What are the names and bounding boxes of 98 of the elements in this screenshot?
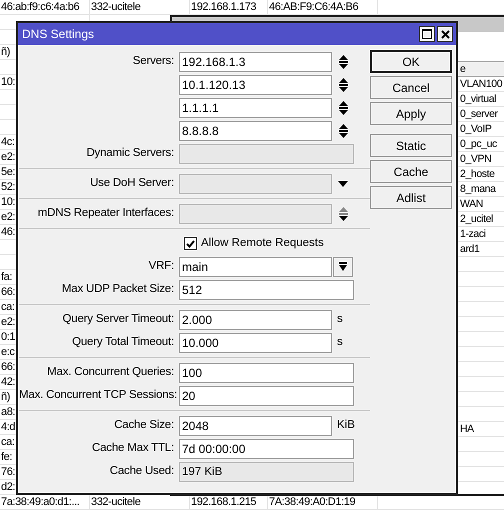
readonly-field: 197 KiB: [179, 462, 354, 482]
table-cell: 7a:38:49:a0:d1:...: [1, 496, 80, 508]
checkbox[interactable]: [184, 237, 197, 250]
table-cell: 192.168.1.173: [191, 1, 256, 13]
table-cell: 46:: [1, 226, 16, 238]
dialog-button[interactable]: OK: [370, 50, 452, 73]
vrf-field[interactable]: main: [179, 256, 332, 276]
field-label: Cache Used:: [110, 464, 174, 477]
input-field[interactable]: 2.000: [179, 310, 332, 330]
dialog-button[interactable]: Adlist: [370, 186, 452, 209]
column-header: e: [460, 63, 466, 75]
table-cell: 0_server: [460, 108, 498, 120]
table-cell: a8:: [1, 406, 16, 418]
table-cell: 0_pc_uc: [460, 138, 497, 150]
field-label: Max. Concurrent TCP Sessions:: [19, 388, 178, 401]
up-down-arrows-icon[interactable]: [338, 100, 348, 114]
table-cell: 0_VoIP: [460, 123, 492, 135]
input-field[interactable]: 512: [179, 280, 354, 300]
table-cell: 66:: [1, 286, 16, 298]
field-label: Query Total Timeout:: [72, 336, 174, 348]
field-label: Max UDP Packet Size:: [62, 282, 174, 295]
maximize-button[interactable]: [419, 26, 435, 42]
dropdown-arrow-icon[interactable]: [338, 180, 348, 186]
input-field[interactable]: 10.000: [179, 332, 332, 352]
table-cell: 46:AB:F9:C6:4A:B6: [269, 1, 358, 13]
dialog-button[interactable]: Cache: [370, 160, 452, 183]
interfaces-field[interactable]: [179, 204, 332, 224]
input-field[interactable]: 7d 00:00:00: [179, 438, 354, 458]
field-label: mDNS Repeater Interfaces:: [38, 206, 174, 219]
up-down-arrows-icon[interactable]: [338, 206, 348, 220]
unit-label: KiB: [337, 418, 355, 433]
table-cell: 2_hoste: [460, 168, 495, 180]
dialog-button[interactable]: Cancel: [370, 76, 452, 99]
close-icon: [440, 30, 450, 38]
server-field[interactable]: 192.168.1.3: [179, 52, 332, 72]
field-label: Use DoH Server:: [90, 176, 174, 189]
table-cell: fa:: [1, 271, 12, 283]
maximize-icon: [422, 29, 432, 39]
window-title: DNS Settings: [22, 26, 96, 43]
table-cell: 5e:: [1, 166, 16, 178]
table-cell: 0:1: [1, 331, 16, 343]
table-cell: ca:: [1, 436, 14, 448]
table-cell: 10:: [1, 196, 16, 208]
up-down-arrows-icon[interactable]: [338, 54, 348, 68]
dropdown-button[interactable]: [333, 256, 353, 276]
table-cell: e2:: [1, 211, 16, 223]
table-cell: 7A:38:49:A0:D1:19: [269, 496, 356, 508]
server-field[interactable]: 1.1.1.1: [179, 98, 332, 118]
server-field[interactable]: 10.1.120.13: [179, 74, 332, 94]
unit-label: s: [337, 312, 343, 327]
table-cell: 1-zaci: [460, 228, 486, 240]
dialog-button[interactable]: Apply: [370, 102, 452, 125]
table-cell: 0_VPN: [460, 153, 492, 165]
table-cell: ard1: [460, 243, 480, 255]
server-field[interactable]: 8.8.8.8: [179, 120, 332, 140]
table-cell: 10:: [1, 76, 16, 88]
table-cell: 2_ucitel: [460, 213, 493, 225]
field-label: Cache Max TTL:: [92, 442, 174, 454]
table-cell: 192.168.1.215: [191, 496, 256, 508]
input-field[interactable]: 2048: [179, 416, 332, 436]
field-label: Dynamic Servers:: [86, 146, 174, 159]
table-cell: HA: [460, 423, 474, 435]
table-cell: 4:d: [1, 421, 16, 433]
field-label: Max. Concurrent Queries:: [47, 366, 174, 378]
table-cell: 52:: [1, 181, 16, 193]
table-cell: 42:: [1, 376, 16, 388]
table-cell: ñ): [1, 46, 10, 58]
checkbox-label: Allow Remote Requests: [201, 236, 324, 251]
table-cell: ca:: [1, 301, 14, 313]
table-cell: d2:: [1, 481, 16, 493]
table-cell: e:c: [1, 346, 14, 358]
field-label: Servers:: [132, 54, 174, 67]
up-down-arrows-icon[interactable]: [338, 124, 348, 138]
table-cell: 8_mana: [460, 183, 496, 195]
table-cell: 66:: [1, 361, 16, 373]
table-cell: fe:: [1, 451, 12, 463]
table-cell: ñ): [1, 391, 10, 403]
table-cell: 332-ucitele: [91, 496, 140, 508]
dropdown-arrow-icon: [339, 262, 347, 271]
field-label: Query Server Timeout:: [62, 312, 174, 325]
unit-label: s: [337, 334, 343, 350]
table-cell: e2:: [1, 316, 16, 328]
table-cell: VLAN100: [460, 78, 502, 90]
table-cell: 46:ab:f9:c6:4a:b6: [1, 1, 80, 13]
input-field[interactable]: 20: [179, 386, 354, 406]
dropdown-field[interactable]: [179, 174, 332, 194]
table-cell: 0_virtual: [460, 93, 496, 105]
input-field[interactable]: 100: [179, 362, 354, 382]
table-cell: 332-ucitele: [91, 1, 140, 13]
field-label: VRF:: [148, 260, 174, 272]
field-label: Cache Size:: [114, 418, 174, 431]
close-button[interactable]: [437, 26, 453, 42]
table-cell: 76:: [1, 466, 16, 478]
table-cell: WAN: [460, 198, 483, 210]
dialog-button[interactable]: Static: [370, 134, 452, 157]
table-cell: e2:: [1, 151, 16, 163]
up-down-arrows-icon[interactable]: [338, 78, 348, 92]
table-cell: 4c:: [1, 136, 14, 148]
